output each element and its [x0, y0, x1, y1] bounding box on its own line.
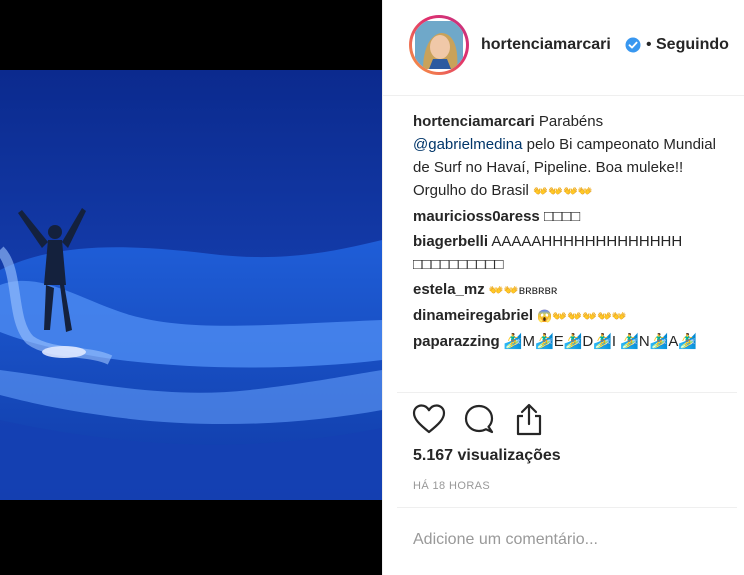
comment-text: 🏄‍♂M🏄‍♂E🏄‍♂D🏄‍♂I 🏄‍♂N🏄‍♂A🏄‍♂	[503, 333, 698, 350]
caption-mention-link[interactable]: @gabrielmedina	[413, 136, 522, 153]
list-item: biagerbelli AAAAAHHHHHHHHHHHHH □□□□□□□□□…	[413, 230, 733, 276]
caption: hortenciamarcari Parabéns @gabrielmedina…	[413, 110, 733, 203]
comment-text: □□□□	[543, 208, 581, 225]
comment-username[interactable]: dinameiregabriel	[413, 307, 533, 324]
comments-list[interactable]: hortenciamarcari Parabéns @gabrielmedina…	[413, 110, 733, 390]
header-separator: •	[646, 36, 652, 53]
comment-username[interactable]: paparazzing	[413, 333, 500, 350]
caption-username[interactable]: hortenciamarcari	[413, 113, 535, 130]
view-count[interactable]: 5.167 visualizações	[413, 447, 561, 465]
caption-emoji: 👐👐👐👐	[533, 184, 593, 198]
comment-username[interactable]: mauricioss0aress	[413, 208, 540, 225]
list-item: mauricioss0aress □□□□	[413, 205, 733, 228]
post-video[interactable]	[0, 0, 382, 575]
list-item: estela_mz 👐👐ʙʀʙʀʙʀ	[413, 278, 733, 302]
heart-icon[interactable]	[411, 402, 447, 438]
post-actions	[411, 400, 611, 440]
comment-username[interactable]: biagerbelli	[413, 233, 488, 250]
post-header: hortenciamarcari • Seguindo	[383, 0, 744, 96]
share-icon[interactable]	[511, 402, 547, 438]
divider	[397, 507, 737, 508]
divider	[397, 392, 737, 393]
post-author-username[interactable]: hortenciamarcari	[481, 36, 611, 54]
list-item: dinameiregabriel 😱👐👐👐👐👐	[413, 304, 733, 328]
avatar-photo	[412, 18, 466, 72]
list-item: paparazzing 🏄‍♂M🏄‍♂E🏄‍♂D🏄‍♂I 🏄‍♂N🏄‍♂A🏄‍♂	[413, 330, 733, 353]
avatar[interactable]	[409, 15, 469, 75]
verified-badge-icon	[625, 37, 641, 53]
following-button[interactable]: Seguindo	[656, 36, 729, 54]
comment-text: 😱👐👐👐👐👐	[537, 309, 627, 323]
post-timestamp[interactable]: HÁ 18 HORAS	[413, 480, 490, 492]
comment-icon[interactable]	[461, 402, 497, 438]
add-comment-input[interactable]	[413, 527, 723, 553]
surfer-wave-image	[0, 70, 382, 500]
comment-username[interactable]: estela_mz	[413, 281, 485, 298]
comment-text: 👐👐ʙʀʙʀʙʀ	[488, 283, 558, 297]
caption-text-start: Parabéns	[538, 113, 604, 130]
post-details-panel: hortenciamarcari • Seguindo hortenciamar…	[382, 0, 744, 575]
